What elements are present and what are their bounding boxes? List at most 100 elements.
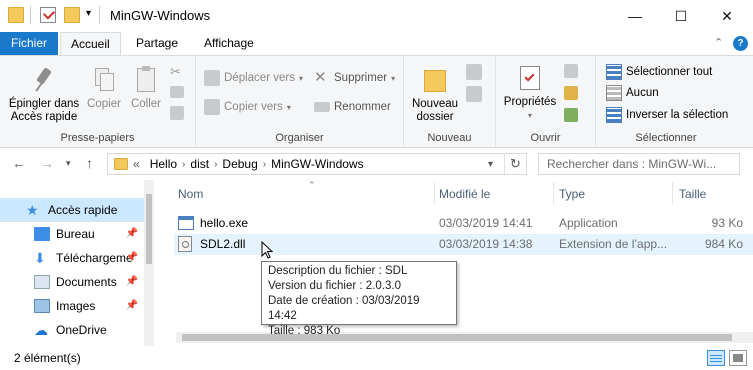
help-icon[interactable]: ? xyxy=(733,36,748,51)
pin-icon[interactable]: 📌 xyxy=(126,300,138,311)
paste-shortcut-icon[interactable] xyxy=(170,106,184,120)
copy-path-icon[interactable] xyxy=(170,86,184,98)
nav-scrollbar[interactable] xyxy=(144,180,154,346)
rename-button[interactable]: Renommer xyxy=(314,97,391,117)
address-bar-row: ← → ▾ ↑ « Hello › dist › Debug › MinGW-W… xyxy=(0,148,753,180)
minimize-button[interactable]: — xyxy=(612,0,658,32)
select-none-button[interactable]: Aucun xyxy=(606,83,659,103)
nav-item-telechargements[interactable]: ⬇ Téléchargeme 📌 xyxy=(0,246,144,270)
file-tooltip: Description du fichier : SDL Version du … xyxy=(261,261,457,337)
copy-to-button[interactable]: Copier vers ▾ xyxy=(204,97,291,117)
column-header-type[interactable]: Type xyxy=(559,187,585,201)
mouse-cursor-icon xyxy=(261,240,274,259)
horizontal-scrollbar[interactable] xyxy=(176,332,753,343)
address-bar[interactable]: « Hello › dist › Debug › MinGW-Windows ▾… xyxy=(107,153,527,175)
column-divider[interactable] xyxy=(672,182,673,204)
title-bar: ▾ MinGW-Windows — ☐ ✕ xyxy=(0,0,753,32)
breadcrumb-debug[interactable]: Debug xyxy=(222,157,257,171)
refresh-icon[interactable]: ↻ xyxy=(510,156,521,172)
nav-item-bureau[interactable]: Bureau 📌 xyxy=(0,222,144,246)
up-arrow-icon[interactable]: ↑ xyxy=(86,155,93,171)
address-overflow[interactable]: « xyxy=(133,157,140,171)
sort-chevron-icon: ⌃ xyxy=(308,180,316,190)
nav-label: Téléchargeme xyxy=(56,251,133,265)
breadcrumb-dist[interactable]: dist xyxy=(190,157,209,171)
tab-fichier[interactable]: Fichier xyxy=(0,32,58,56)
back-arrow-icon[interactable]: ← xyxy=(12,155,26,171)
pin-label-1: Épingler dans xyxy=(8,98,80,110)
large-icons-view-icon[interactable] xyxy=(729,350,747,366)
select-all-button[interactable]: Sélectionner tout xyxy=(606,62,712,82)
column-divider[interactable] xyxy=(434,182,435,204)
quick-access-dropdown-icon[interactable]: ▾ xyxy=(86,8,91,19)
nav-item-acces-rapide[interactable]: ★ Accès rapide xyxy=(0,198,144,222)
breadcrumb-mingw-windows[interactable]: MinGW-Windows xyxy=(271,157,363,171)
table-row[interactable]: hello.exe 03/03/2019 14:41 Application 9… xyxy=(174,213,753,234)
invert-selection-button[interactable]: Inverser la sélection xyxy=(606,105,728,125)
copy-button[interactable]: Copier xyxy=(84,66,124,111)
close-button[interactable]: ✕ xyxy=(704,0,750,32)
horizontal-scrollbar-thumb[interactable] xyxy=(182,334,732,341)
edit-icon[interactable] xyxy=(564,86,578,100)
desktop-icon xyxy=(34,227,50,241)
open-icon[interactable] xyxy=(564,64,578,78)
pin-icon[interactable]: 📌 xyxy=(126,228,138,239)
dll-icon xyxy=(178,236,192,252)
toolbar-divider xyxy=(99,6,100,24)
pin-icon[interactable]: 📌 xyxy=(126,252,138,263)
forward-arrow-icon[interactable]: → xyxy=(40,155,54,171)
pin-quick-access-button[interactable]: Épingler dans Accès rapide xyxy=(6,66,82,124)
recent-locations-icon[interactable]: ▾ xyxy=(66,158,71,169)
nav-item-onedrive[interactable]: ☁ OneDrive xyxy=(0,318,144,342)
file-size: 984 Ko xyxy=(704,237,743,251)
search-input[interactable]: Rechercher dans : MinGW-Wi... xyxy=(538,153,740,175)
column-header-nom[interactable]: Nom xyxy=(178,187,203,201)
invert-selection-label: Inverser la sélection xyxy=(626,109,729,121)
tab-affichage[interactable]: Affichage xyxy=(194,32,264,56)
paste-button[interactable]: Coller xyxy=(126,66,166,111)
select-all-icon xyxy=(606,64,622,80)
nav-scrollbar-thumb[interactable] xyxy=(146,194,152,264)
move-to-label: Déplacer vers xyxy=(224,72,295,84)
group-presse-papiers: Épingler dans Accès rapide Copier Coller… xyxy=(0,56,196,147)
group-ouvrir: Propriétés ▾ Ouvrir xyxy=(496,56,596,147)
nav-item-documents[interactable]: Documents 📌 xyxy=(0,270,144,294)
history-icon[interactable] xyxy=(564,108,578,122)
select-none-label: Aucun xyxy=(626,87,659,99)
nav-item-images[interactable]: Images 📌 xyxy=(0,294,144,318)
address-dropdown-icon[interactable]: ▾ xyxy=(488,159,493,170)
nav-label: Bureau xyxy=(56,227,95,241)
details-view-icon[interactable] xyxy=(707,350,725,366)
cut-icon[interactable]: ✂ xyxy=(170,64,184,79)
delete-button[interactable]: ✕ Supprimer ▾ xyxy=(314,68,395,88)
delete-label: Supprimer xyxy=(334,72,388,84)
pin-icon[interactable]: 📌 xyxy=(126,276,138,287)
new-folder-quick-icon[interactable] xyxy=(64,7,80,23)
column-divider[interactable] xyxy=(553,182,554,204)
tab-partage[interactable]: Partage xyxy=(126,32,188,56)
group-label-presse-papiers: Presse-papiers xyxy=(60,132,135,144)
chevron-right-icon[interactable]: › xyxy=(263,159,266,170)
move-to-button[interactable]: Déplacer vers ▾ xyxy=(204,68,303,88)
properties-button[interactable]: Propriétés ▾ xyxy=(502,64,558,122)
properties-dropdown-icon[interactable]: ▾ xyxy=(502,109,558,122)
breadcrumb-hello[interactable]: Hello xyxy=(150,157,177,171)
tab-accueil[interactable]: Accueil xyxy=(60,32,121,56)
group-nouveau: Nouveau dossier Nouveau xyxy=(404,56,496,147)
chevron-right-icon[interactable]: › xyxy=(214,159,217,170)
invert-selection-icon xyxy=(606,107,622,123)
chevron-right-icon[interactable]: › xyxy=(182,159,185,170)
copy-to-label: Copier vers xyxy=(224,101,283,113)
column-header-taille[interactable]: Taille xyxy=(679,187,706,201)
delete-x-icon: ✕ xyxy=(314,69,327,86)
collapse-ribbon-icon[interactable]: ⌃ xyxy=(714,36,723,49)
column-header-modifie[interactable]: Modifié le xyxy=(439,187,490,201)
easy-access-icon[interactable] xyxy=(466,86,482,102)
new-folder-button[interactable]: Nouveau dossier xyxy=(410,66,460,124)
maximize-button[interactable]: ☐ xyxy=(658,0,704,32)
file-modified: 03/03/2019 14:38 xyxy=(439,237,533,251)
select-none-icon xyxy=(606,85,622,101)
ribbon-tabs: Fichier Accueil Partage Affichage ⌃ ? xyxy=(0,32,753,56)
new-item-icon[interactable] xyxy=(466,64,482,80)
properties-quick-icon[interactable] xyxy=(40,7,56,23)
